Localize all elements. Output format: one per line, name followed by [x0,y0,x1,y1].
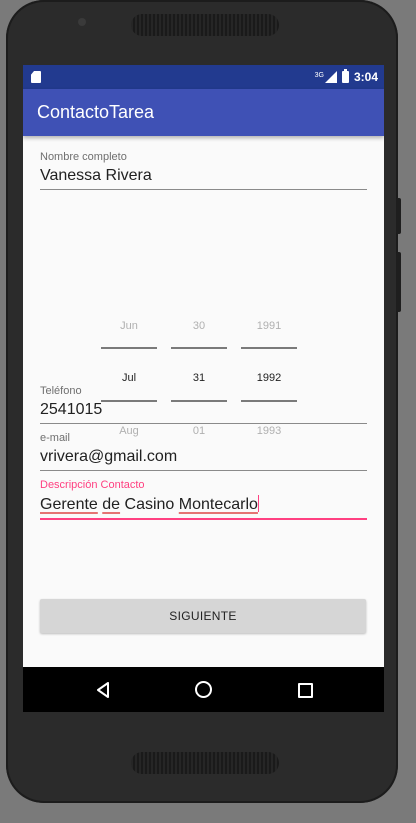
clock: 3:04 [353,70,378,84]
description-label: Descripción Contacto [40,479,145,491]
day-selected[interactable]: 31 [171,372,227,384]
top-speaker [131,14,279,36]
name-field: Nombre completo Vanessa Rivera [40,151,367,190]
description-word-3: Casino [124,496,175,513]
year-divider-top [241,347,297,349]
power-button [396,252,401,312]
year-selected[interactable]: 1992 [241,372,297,384]
name-input[interactable]: Vanessa Rivera [40,163,367,190]
month-selected[interactable]: Jul [101,372,157,384]
phone-label: Teléfono [40,385,82,397]
month-prev[interactable]: Jun [101,320,157,332]
email-input[interactable]: vrivera@gmail.com [40,444,367,471]
bottom-speaker [131,752,279,774]
description-field: Descripción Contacto Gerente de Casino M… [40,479,367,520]
recent-apps-icon[interactable] [298,683,313,698]
volume-button [396,198,401,234]
sd-card-icon [31,71,41,83]
back-icon[interactable] [96,682,110,698]
year-prev[interactable]: 1991 [241,320,297,332]
next-button[interactable]: SIGUIENTE [40,599,366,633]
status-bar: 3G 3:04 [23,65,384,89]
phone-field: Teléfono 2541015 [40,385,367,424]
form-content: Nombre completo Vanessa Rivera Jun Jul A… [23,151,384,520]
description-word-2: de [102,496,121,513]
name-label: Nombre completo [40,151,127,163]
app-bar: ContactoTarea [23,89,384,136]
navigation-bar [23,667,384,712]
description-input[interactable]: Gerente de Casino Montecarlo [40,491,367,520]
email-label: e-mail [40,432,70,444]
text-cursor [257,495,259,512]
day-divider-top [171,347,227,349]
signal-icon: 3G [315,71,337,83]
date-picker[interactable]: Jun Jul Aug 30 31 01 1991 1992 1993 [101,308,301,448]
description-word-4: Montecarlo [178,496,258,513]
day-prev[interactable]: 30 [171,320,227,332]
battery-icon [341,69,349,83]
email-field: e-mail vrivera@gmail.com [40,432,367,471]
home-icon[interactable] [195,681,212,698]
month-divider-top [101,347,157,349]
device-screen: 3G 3:04 ContactoTarea Nombre completo Va… [23,65,384,712]
description-word-1: Gerente [40,496,98,513]
camera-lens [78,18,86,26]
network-type: 3G [314,72,324,79]
app-title: ContactoTarea [37,102,155,122]
phone-input[interactable]: 2541015 [40,397,367,424]
